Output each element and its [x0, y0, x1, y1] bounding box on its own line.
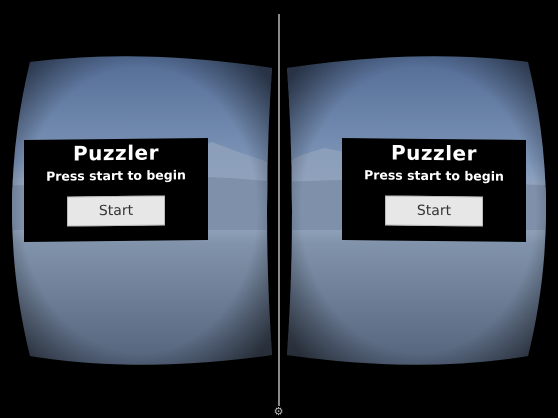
right-eye-view: Puzzler Press start to begin Start	[279, 0, 558, 418]
start-button[interactable]: Start	[67, 195, 165, 227]
eye-divider	[278, 14, 280, 406]
left-eye-view: Puzzler Press start to begin Start	[0, 0, 279, 418]
gear-icon[interactable]: ⚙	[273, 406, 284, 417]
start-prompt: Press start to begin	[46, 167, 186, 184]
game-title: Puzzler	[73, 140, 159, 166]
start-prompt: Press start to begin	[364, 167, 504, 184]
start-menu-panel: Puzzler Press start to begin Start	[24, 138, 208, 242]
start-button[interactable]: Start	[385, 195, 483, 227]
game-title: Puzzler	[391, 140, 477, 166]
start-menu-panel: Puzzler Press start to begin Start	[342, 138, 526, 242]
